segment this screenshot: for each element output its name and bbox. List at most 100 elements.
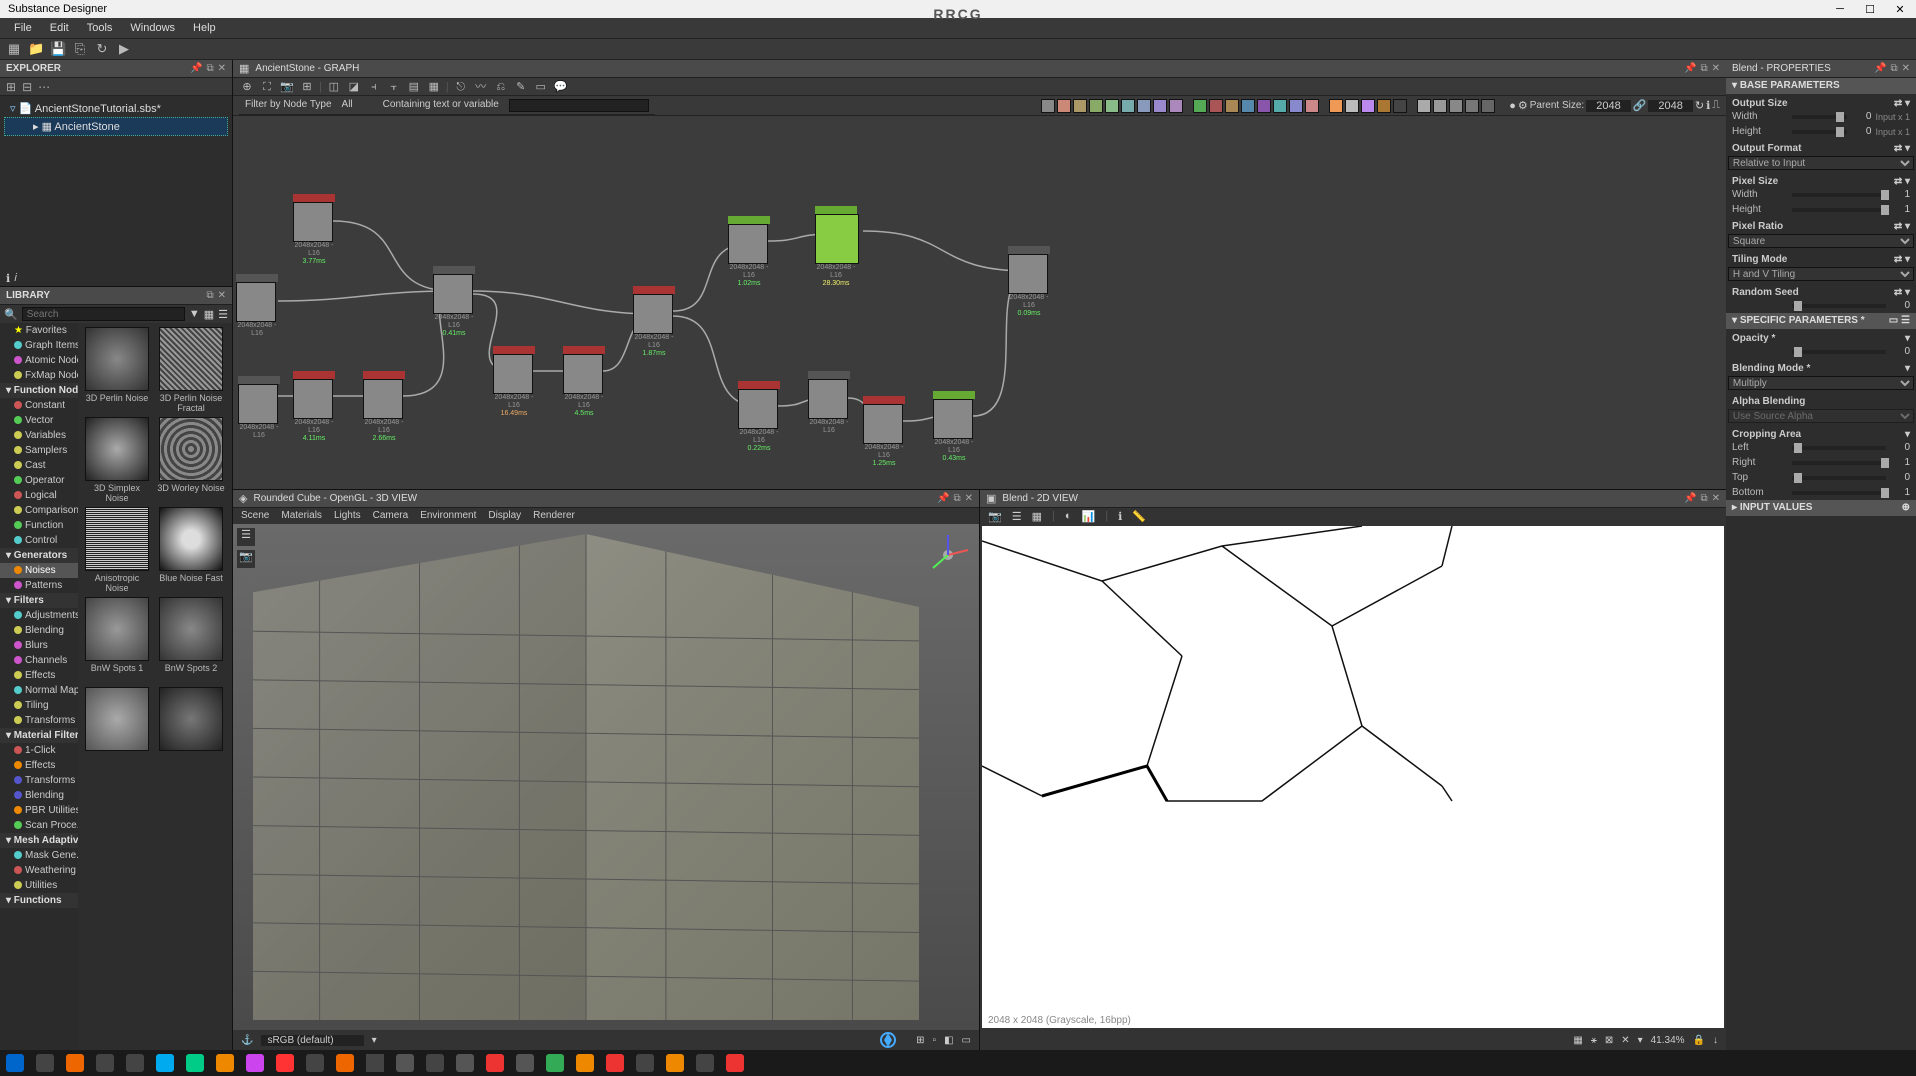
lib-category[interactable]: Blurs: [0, 638, 78, 653]
containing-input[interactable]: [509, 99, 649, 112]
lib-thumb[interactable]: Anisotropic Noise: [82, 507, 152, 593]
taskbar-icon[interactable]: [516, 1054, 534, 1072]
refresh-icon[interactable]: ↻: [94, 41, 110, 57]
save-all-icon[interactable]: ⎘: [72, 41, 88, 57]
icon[interactable]: ▾: [1638, 1035, 1643, 1046]
icon[interactable]: 🔒: [1693, 1035, 1705, 1046]
add-icon[interactable]: ⊕: [1902, 502, 1910, 514]
lib-category[interactable]: ▾ Generators: [0, 548, 78, 563]
align-icon[interactable]: ▦: [426, 79, 442, 95]
lib-category[interactable]: Samplers: [0, 443, 78, 458]
swatch[interactable]: [1193, 99, 1207, 113]
play-icon[interactable]: ▶: [116, 41, 132, 57]
nav-icon[interactable]: [868, 1032, 908, 1048]
edit-icon[interactable]: ✎: [513, 79, 529, 95]
tool-icon[interactable]: ☰: [237, 528, 255, 546]
taskbar-icon[interactable]: [696, 1054, 714, 1072]
swatch[interactable]: [1449, 99, 1463, 113]
taskbar-icon[interactable]: [36, 1054, 54, 1072]
filter-value[interactable]: All: [342, 99, 373, 112]
view3d-viewport[interactable]: ☰ 📷: [233, 524, 979, 1030]
list-icon[interactable]: ☰: [218, 308, 228, 321]
taskbar-icon[interactable]: [246, 1054, 264, 1072]
graph-canvas[interactable]: 2048x2048 - L163.77ms2048x2048 - L162048…: [233, 116, 1726, 489]
lib-category[interactable]: Control: [0, 533, 78, 548]
swatch[interactable]: [1225, 99, 1239, 113]
pin-icon[interactable]: 📌: [937, 493, 949, 504]
lib-category[interactable]: Effects: [0, 758, 78, 773]
swatch[interactable]: [1433, 99, 1447, 113]
taskbar-icon[interactable]: [276, 1054, 294, 1072]
swatch[interactable]: [1257, 99, 1271, 113]
graph-node[interactable]: 2048x2048 - L162.66ms: [363, 371, 405, 442]
lib-category[interactable]: Blending: [0, 788, 78, 803]
taskbar-icon[interactable]: [636, 1054, 654, 1072]
lib-category[interactable]: PBR Utilities: [0, 803, 78, 818]
graph-node[interactable]: 2048x2048 - L164.5ms: [563, 346, 605, 417]
taskbar-icon[interactable]: [336, 1054, 354, 1072]
section-base-parameters[interactable]: ▾ BASE PARAMETERS: [1726, 78, 1916, 94]
lib-category[interactable]: Transforms: [0, 773, 78, 788]
graph-node[interactable]: 2048x2048 - L1616.49ms: [493, 346, 535, 417]
tool-icon[interactable]: ⊞: [6, 80, 16, 94]
taskbar-icon[interactable]: [366, 1054, 384, 1072]
crop-bottom-slider[interactable]: [1792, 491, 1886, 495]
taskbar-icon[interactable]: [426, 1054, 444, 1072]
flow-icon[interactable]: ⎍: [1712, 99, 1720, 112]
align-icon[interactable]: ▤: [406, 79, 422, 95]
icon[interactable]: ☰: [1901, 315, 1910, 326]
grid-icon[interactable]: ▦: [204, 308, 214, 321]
swatch[interactable]: [1329, 99, 1343, 113]
height-slider[interactable]: [1792, 130, 1847, 134]
new-icon[interactable]: ▦: [6, 41, 22, 57]
popout-icon[interactable]: ⧉: [206, 290, 213, 301]
swatch[interactable]: [1089, 99, 1103, 113]
align-icon[interactable]: ◫: [326, 79, 342, 95]
icon[interactable]: ▭: [1889, 315, 1898, 326]
inherit-icon[interactable]: ▾: [1905, 363, 1910, 374]
parent-h[interactable]: 2048: [1648, 100, 1692, 112]
crop-left-slider[interactable]: [1792, 446, 1886, 450]
menu-help[interactable]: Help: [185, 20, 224, 36]
swatch[interactable]: [1417, 99, 1431, 113]
opacity-slider[interactable]: [1792, 350, 1886, 354]
icon[interactable]: ▭: [962, 1035, 971, 1046]
swatch[interactable]: [1273, 99, 1287, 113]
open-icon[interactable]: 📁: [28, 41, 44, 57]
icon[interactable]: ▫: [933, 1035, 937, 1046]
lib-category[interactable]: Logical: [0, 488, 78, 503]
swatch[interactable]: [1361, 99, 1375, 113]
lib-thumb[interactable]: BnW Spots 1: [82, 597, 152, 683]
icon[interactable]: ⊞: [916, 1035, 924, 1046]
swatch[interactable]: [1105, 99, 1119, 113]
lib-category[interactable]: 1-Click: [0, 743, 78, 758]
lib-category[interactable]: ▾ Filters: [0, 593, 78, 608]
lib-thumb[interactable]: Blue Noise Fast: [156, 507, 226, 593]
swatch[interactable]: [1153, 99, 1167, 113]
camera-icon[interactable]: 📷: [279, 79, 295, 95]
taskbar-icon[interactable]: [186, 1054, 204, 1072]
swatch[interactable]: [1305, 99, 1319, 113]
link-icon[interactable]: ⎋: [453, 79, 469, 95]
taskbar-icon[interactable]: [216, 1054, 234, 1072]
popout-icon[interactable]: ⧉: [1700, 63, 1707, 74]
pixel-ratio-select[interactable]: Square: [1728, 234, 1914, 248]
pixel-width-slider[interactable]: [1792, 193, 1886, 197]
close-panel-icon[interactable]: ✕: [1712, 493, 1720, 504]
graph-node[interactable]: 2048x2048 - L164.11ms: [293, 371, 335, 442]
swatch[interactable]: [1121, 99, 1135, 113]
graph-node[interactable]: 2048x2048 - L1628.30ms: [815, 206, 857, 287]
taskbar-icon[interactable]: [456, 1054, 474, 1072]
graph-node[interactable]: 2048x2048 - L160.43ms: [933, 391, 975, 462]
inherit-icon[interactable]: ▾: [1905, 429, 1910, 440]
lib-category[interactable]: ▾ Functions: [0, 893, 78, 908]
icon[interactable]: ↓: [1713, 1035, 1718, 1046]
graph-node[interactable]: 2048x2048 - L16: [238, 376, 280, 440]
popout-icon[interactable]: ⧉: [953, 493, 960, 504]
align-icon[interactable]: ⫟: [386, 79, 402, 95]
lib-category[interactable]: Vector: [0, 413, 78, 428]
lib-category[interactable]: Blending: [0, 623, 78, 638]
tool-icon[interactable]: ◐: [1065, 510, 1072, 522]
fit-icon[interactable]: ⛶: [259, 79, 275, 95]
menu-edit[interactable]: Edit: [42, 20, 77, 36]
